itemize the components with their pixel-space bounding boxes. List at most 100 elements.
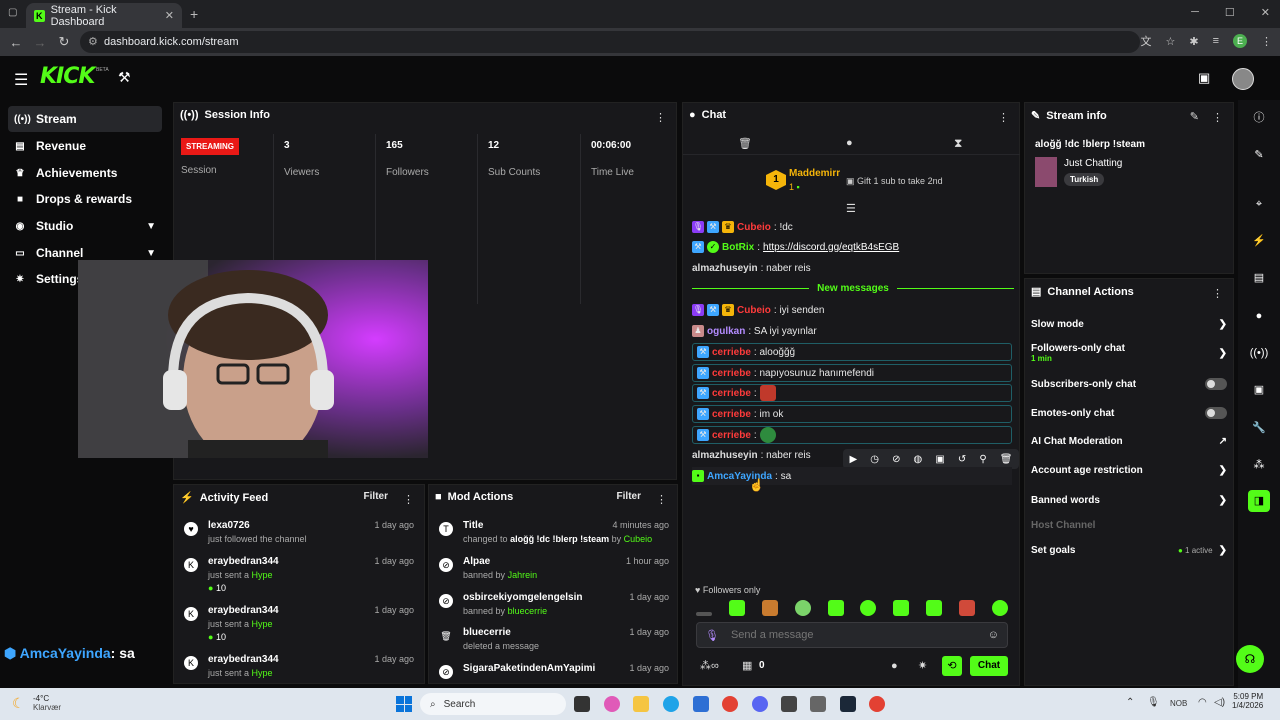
obs-icon[interactable] [781, 696, 797, 712]
browser-tab[interactable]: K Stream - Kick Dashboard ✕ [26, 3, 182, 28]
shield-icon[interactable]: ▣ [1248, 379, 1270, 401]
sidebar-item-drops[interactable]: ■ Drops & rewards [8, 186, 162, 212]
timeout-clock-icon[interactable]: ◷ [870, 454, 879, 465]
trash-icon[interactable]: 🗑 [738, 137, 752, 150]
bot-icon[interactable]: ⟲ [942, 656, 962, 676]
host-channel-row[interactable]: Host Channel [1031, 520, 1227, 531]
reading-list-icon[interactable]: ≡ [1213, 35, 1219, 47]
chat-input[interactable]: 🎙 ☺ [696, 622, 1008, 648]
chrome-icon[interactable] [722, 696, 738, 712]
undo-icon[interactable]: ↺ [958, 454, 966, 465]
new-tab-button[interactable]: + [190, 6, 198, 22]
file-explorer-icon[interactable] [633, 696, 649, 712]
more-options-icon[interactable]: ⋮ [1212, 111, 1223, 124]
points-icon[interactable]: ⁂∞ [700, 659, 719, 672]
top-gifter-name[interactable]: Maddemirr [789, 168, 840, 179]
chat-username[interactable]: cerriebe [712, 388, 751, 399]
gift-sub-prompt[interactable]: ▣ Gift 1 sub to take 2nd [846, 176, 943, 187]
support-headset-icon[interactable]: ☊ [1236, 645, 1264, 673]
set-goals-row[interactable]: Set goals ● 1 active ❯ [1031, 545, 1227, 556]
wifi-icon[interactable]: ◠ [1198, 697, 1207, 708]
chat-username[interactable]: cerriebe [712, 409, 751, 420]
more-options-icon[interactable]: ⋮ [403, 493, 414, 506]
edit-icon[interactable]: ✎ [1190, 110, 1199, 123]
more-options-icon[interactable]: ⋮ [655, 111, 666, 124]
chat-username[interactable]: almazhuseyin [692, 450, 758, 461]
pin-icon[interactable]: ⚲ [979, 454, 986, 465]
category-name[interactable]: Just Chatting [1064, 158, 1122, 169]
send-chat-button[interactable]: Chat [970, 656, 1008, 676]
emote-icon[interactable] [991, 600, 1008, 616]
more-options-icon[interactable]: ⋮ [998, 111, 1009, 124]
reply-icon[interactable]: ◍ [914, 454, 923, 465]
more-options-icon[interactable]: ⋮ [1212, 287, 1223, 300]
chrome-active-icon[interactable] [869, 696, 885, 712]
account-age-row[interactable]: Account age restriction ❯ [1031, 465, 1227, 476]
discord-icon[interactable] [752, 696, 768, 712]
creator-tools-icon[interactable]: ⚒ [118, 69, 131, 86]
reload-icon[interactable]: ↻ [52, 34, 76, 50]
pen-icon[interactable]: ✎ [1248, 144, 1270, 166]
subscribers-only-toggle[interactable] [1205, 378, 1227, 390]
sidebar-item-studio[interactable]: ◉ Studio ▼ [8, 213, 162, 239]
lightning-icon[interactable]: ⚡ [1248, 230, 1270, 252]
slow-mode-row[interactable]: Slow mode ❯ [1031, 319, 1227, 330]
emoji-picker-icon[interactable]: ☺ [988, 629, 999, 641]
language-tag[interactable]: Turkish [1064, 173, 1105, 186]
profile-avatar[interactable]: E [1233, 34, 1247, 48]
chat-username[interactable]: BotRix [722, 242, 754, 253]
emote-icon[interactable] [761, 600, 778, 616]
ai-moderation-row[interactable]: AI Chat Moderation ↗ [1031, 436, 1227, 447]
edge-icon[interactable] [663, 696, 679, 712]
emote-icon[interactable] [926, 600, 943, 616]
expand-pinned-icon[interactable]: ☰ [846, 202, 856, 215]
copilot-icon[interactable] [604, 696, 620, 712]
filter-button[interactable]: Filter [617, 491, 641, 502]
play-icon[interactable]: ▶ [850, 454, 858, 465]
back-icon[interactable]: ← [4, 35, 28, 50]
gear-icon[interactable]: ✷ [918, 659, 927, 672]
chat-username[interactable]: Cubeio [737, 222, 771, 233]
emote-icon[interactable] [860, 600, 877, 616]
store-icon[interactable] [693, 696, 709, 712]
chat-username[interactable]: ogulkan [707, 326, 745, 337]
chat-message-field[interactable] [730, 629, 976, 641]
url-field[interactable]: ⚙ dashboard.kick.com/stream [80, 31, 1140, 53]
extensions-icon[interactable]: ✱ [1189, 35, 1198, 48]
chest-icon[interactable]: ▦ [742, 659, 752, 672]
input-language[interactable]: NOB [1170, 699, 1187, 708]
focus-icon[interactable]: ⌖ [1248, 193, 1270, 215]
emote-icon[interactable] [959, 600, 975, 616]
sidebar-item-revenue[interactable]: ▤ Revenue [8, 133, 162, 159]
delete-icon[interactable]: 🗑 [1000, 454, 1013, 465]
filter-button[interactable]: Filter [364, 491, 388, 502]
hide-icon[interactable]: ⊘ [892, 454, 900, 465]
emote-icon[interactable] [728, 600, 745, 616]
chat-username[interactable]: cerriebe [712, 347, 751, 358]
camera-icon[interactable]: ▣ [1198, 70, 1210, 86]
chat-username[interactable]: cerriebe [712, 430, 751, 441]
sidebar-item-achievements[interactable]: ♛ Achievements [8, 160, 162, 186]
maximize-icon[interactable]: ☐ [1225, 6, 1235, 19]
site-info-icon[interactable]: ⚙ [88, 31, 98, 53]
copy-icon[interactable]: ▣ [935, 454, 944, 465]
weather-widget[interactable]: -4°C Klarvær [33, 694, 61, 712]
close-window-icon[interactable]: ✕ [1261, 6, 1270, 19]
banned-words-row[interactable]: Banned words ❯ [1031, 495, 1227, 506]
tab-list-icon[interactable]: ▢ [8, 7, 17, 18]
kick-logo[interactable]: KICK [40, 64, 95, 89]
browser-menu-icon[interactable]: ⋮ [1261, 35, 1272, 48]
tray-chevron-icon[interactable]: ⌃ [1126, 697, 1134, 708]
bookmark-star-icon[interactable]: ☆ [1165, 35, 1175, 48]
followers-only-row[interactable]: Followers-only chat 1 min ❯ [1031, 343, 1227, 363]
more-options-icon[interactable]: ⋮ [656, 493, 667, 506]
task-view-icon[interactable] [574, 696, 590, 712]
bot-icon[interactable]: ◨ [1248, 490, 1270, 512]
chat-username[interactable]: almazhuseyin [692, 263, 758, 274]
hamburger-menu-icon[interactable]: ☰ [14, 70, 28, 90]
broadcast-icon[interactable]: ((•)) [1248, 342, 1270, 364]
chat-username[interactable]: cerriebe [712, 368, 751, 379]
mic-tray-icon[interactable]: 🎙 [1147, 697, 1160, 708]
sidebar-item-stream[interactable]: ((•)) Stream [8, 106, 162, 132]
chat-bubble-icon[interactable]: ● [846, 137, 853, 149]
